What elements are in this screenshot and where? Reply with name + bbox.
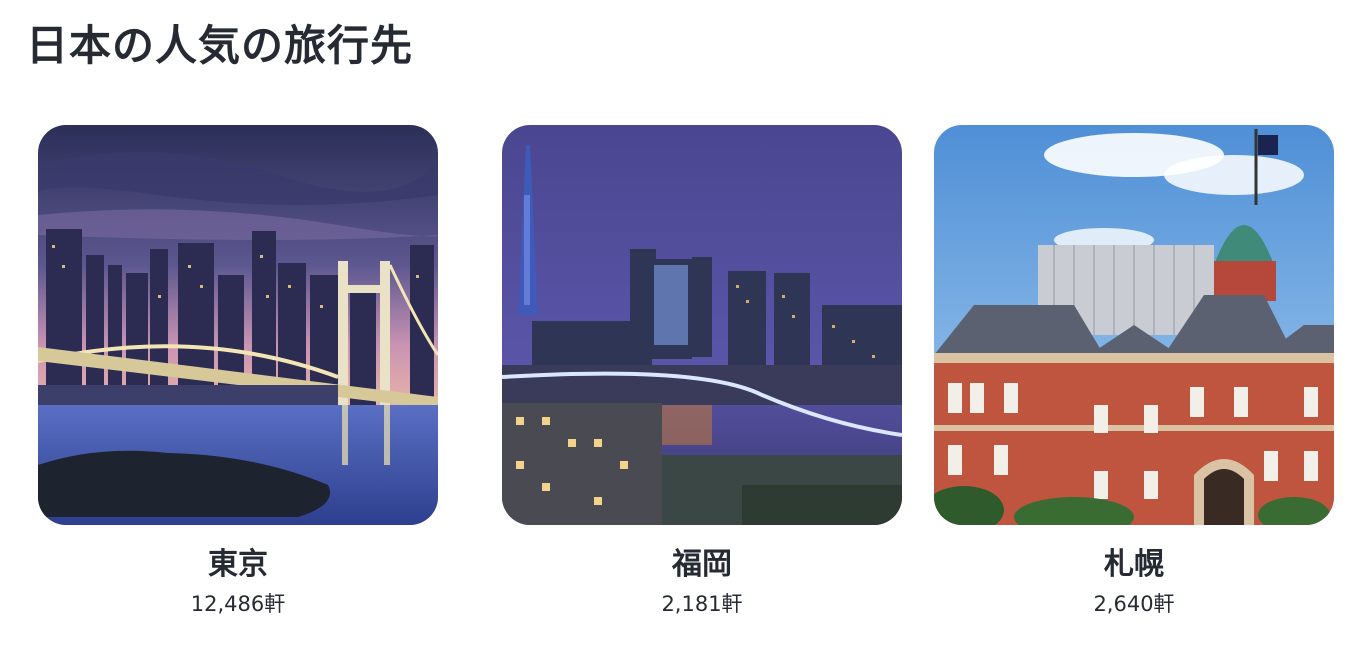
city-name[interactable]: 札幌	[934, 545, 1334, 585]
property-count: 2,640軒	[1093, 592, 1175, 616]
destination-card-tokyo[interactable]: 東京 12,486軒	[38, 125, 438, 616]
tokyo-bridge-night-photo	[38, 125, 438, 525]
destination-image-tokyo[interactable]	[38, 125, 438, 525]
destination-image-fukuoka[interactable]	[502, 125, 902, 525]
property-count: 2,181軒	[661, 592, 743, 616]
city-name[interactable]: 福岡	[502, 545, 902, 585]
city-name[interactable]: 東京	[38, 545, 438, 585]
destination-image-sapporo[interactable]	[934, 125, 1334, 525]
fukuoka-city-night-photo	[502, 125, 902, 525]
sapporo-red-brick-building-photo	[934, 125, 1334, 525]
property-count: 12,486軒	[190, 592, 286, 616]
page-title: 日本の人気の旅行先	[26, 21, 414, 70]
destination-card-sapporo[interactable]: 札幌 2,640軒	[934, 125, 1334, 616]
destination-card-fukuoka[interactable]: 福岡 2,181軒	[502, 125, 902, 616]
